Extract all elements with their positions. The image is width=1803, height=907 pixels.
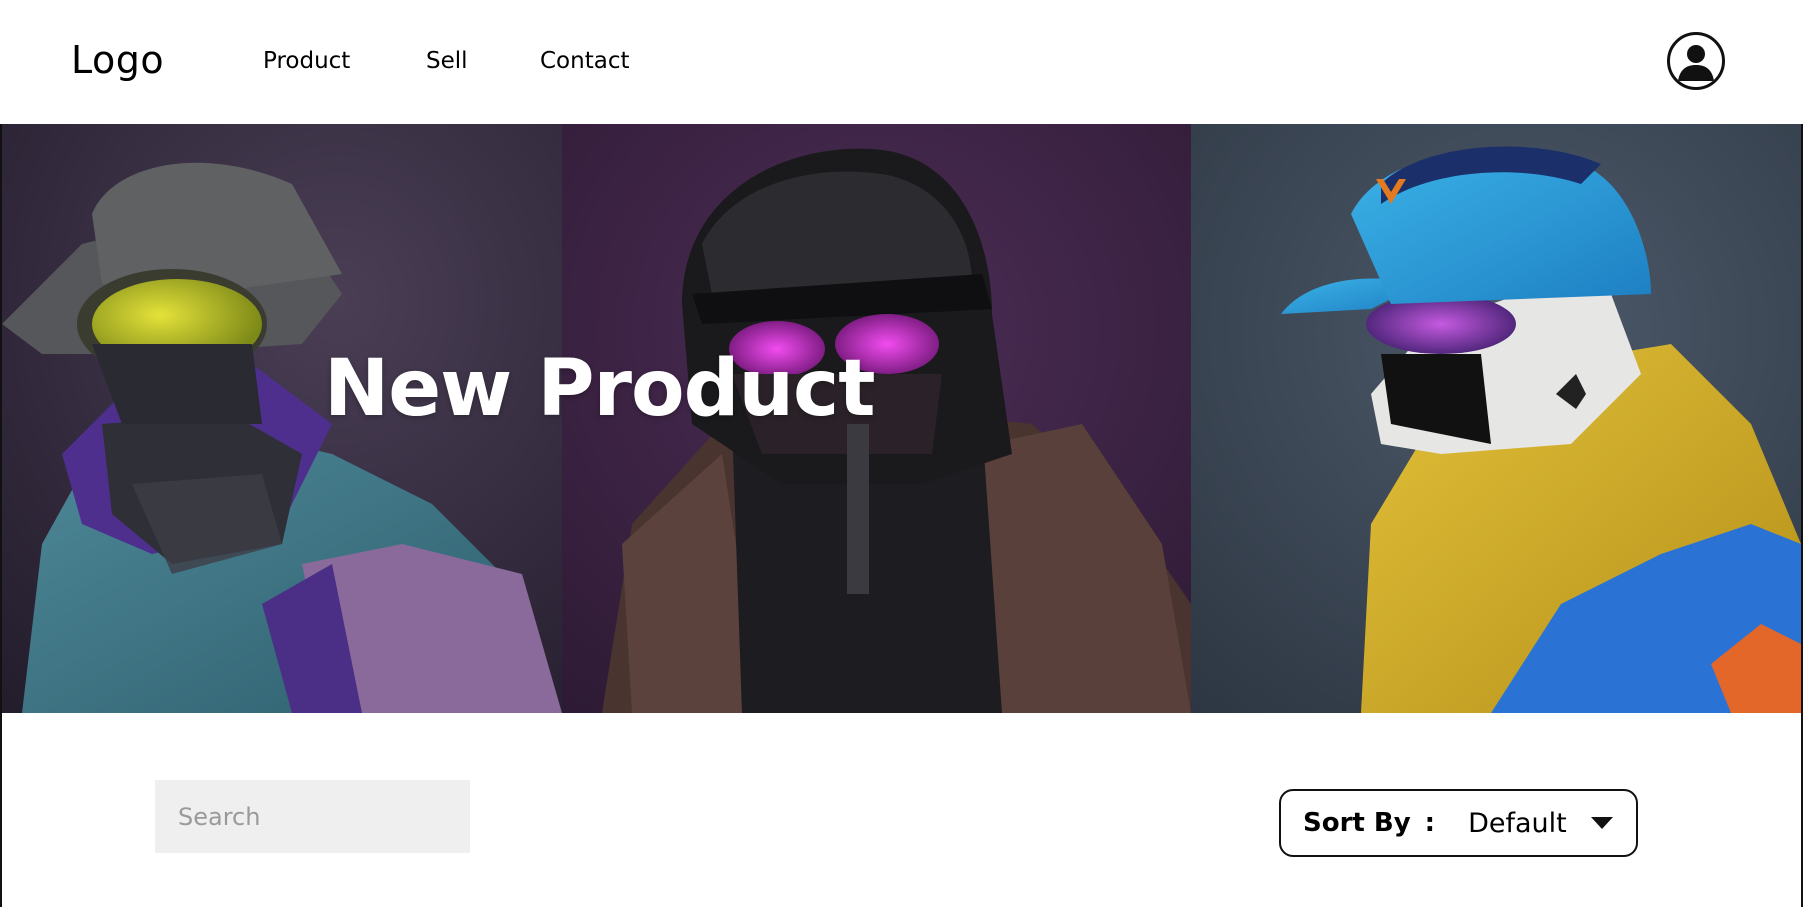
- nav-sell[interactable]: Sell: [426, 48, 468, 74]
- sort-by-dropdown[interactable]: Sort By : Default: [1279, 789, 1638, 857]
- caret-down-icon: [1590, 817, 1613, 829]
- nav-product[interactable]: Product: [263, 48, 350, 74]
- logo[interactable]: Logo: [71, 38, 164, 82]
- sort-selected-value: Default: [1468, 807, 1567, 839]
- nav-contact[interactable]: Contact: [540, 48, 629, 74]
- sort-colon: :: [1424, 808, 1436, 838]
- sort-label: Sort By: [1303, 808, 1411, 838]
- hero-image-3: [1191, 124, 1801, 713]
- site-header: Logo Product Sell Contact: [0, 0, 1803, 124]
- hero-title: New Product: [324, 344, 876, 434]
- search-input[interactable]: [155, 780, 470, 853]
- hero-banner: New Product: [2, 124, 1801, 713]
- user-avatar-icon[interactable]: [1667, 32, 1725, 90]
